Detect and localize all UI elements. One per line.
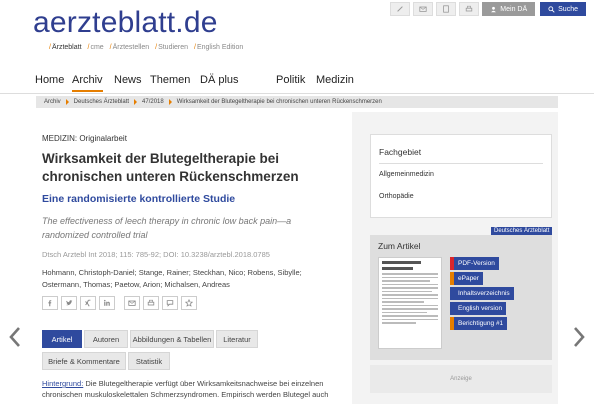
linkedin-icon[interactable]: [99, 296, 115, 310]
hintergrund-link[interactable]: Hintergrund:: [42, 379, 83, 388]
intro-text: Die Blutegeltherapie verfügt über Wirksa…: [83, 379, 324, 388]
breadcrumb-archiv[interactable]: Archiv: [44, 99, 61, 105]
color-marker: [450, 317, 454, 330]
intro-line: Hintergrund: Die Blutegeltherapie verfüg…: [42, 378, 342, 389]
search-button[interactable]: Suche: [540, 2, 586, 16]
color-marker: [450, 302, 454, 315]
subnav-english-edition[interactable]: English Edition: [197, 44, 243, 51]
link-label: PDF-Version: [458, 260, 495, 267]
authors-line: Hohmann, Christoph-Daniel; Stange, Raine…: [42, 268, 302, 277]
tab-autoren[interactable]: Autoren: [84, 330, 128, 348]
tab-briefe-kommentare[interactable]: Briefe & Kommentare: [42, 352, 126, 370]
mail-icon[interactable]: [413, 2, 434, 16]
nav-home[interactable]: Home: [35, 74, 64, 86]
twitter-icon[interactable]: [61, 296, 77, 310]
breadcrumb-issue[interactable]: 47/2018: [142, 99, 164, 105]
advertisement: Anzeige: [370, 365, 552, 393]
chevron-right-icon: [134, 99, 138, 105]
mein-da-button[interactable]: Mein DÄ: [482, 2, 536, 16]
link-label: ePaper: [458, 275, 479, 282]
intro-line: chronischen muskuloskelettalen Schmerzsy…: [42, 390, 329, 399]
header-tools: Mein DÄ Suche: [390, 2, 586, 16]
site-logo[interactable]: aerzteblatt.de: [33, 6, 218, 40]
previous-article-arrow[interactable]: [8, 325, 22, 349]
subnav-studieren[interactable]: Studieren: [158, 44, 188, 51]
search-icon: [548, 5, 555, 13]
xing-icon[interactable]: [80, 296, 96, 310]
inhaltsverzeichnis-link[interactable]: Inhaltsverzeichnis: [450, 287, 514, 300]
article-title-line: chronischen unteren Rückenschmerzen: [42, 169, 299, 184]
document-icon[interactable]: [436, 2, 457, 16]
tab-literatur[interactable]: Literatur: [216, 330, 258, 348]
breadcrumb-deutsches-aerzteblatt[interactable]: Deutsches Ärzteblatt: [74, 99, 129, 105]
breadcrumb: Archiv Deutsches Ärzteblatt 47/2018 Wirk…: [36, 96, 558, 108]
fachgebiet-heading: Fachgebiet: [379, 147, 422, 157]
tab-abbildungen-tabellen[interactable]: Abbildungen & Tabellen: [130, 330, 214, 348]
print-icon[interactable]: [459, 2, 480, 16]
portal-subnav: /Ärzteblatt /cme /Ärztestellen /Studiere…: [49, 44, 244, 51]
chevron-right-icon: [65, 99, 69, 105]
main-navigation: Home Archiv News Themen DÄ plus Politik …: [0, 72, 594, 94]
epaper-link[interactable]: ePaper: [450, 272, 483, 285]
color-marker: [450, 257, 454, 270]
english-title-line: The effectiveness of leech therapy in ch…: [42, 216, 292, 226]
english-title-line: randomized controlled trial: [42, 230, 148, 240]
pdf-version-link[interactable]: PDF-Version: [450, 257, 499, 270]
article-intro: Hintergrund: Die Blutegeltherapie verfüg…: [42, 378, 342, 400]
share-toolbar: [42, 296, 197, 310]
nav-archiv[interactable]: Archiv: [72, 74, 103, 92]
zum-artikel-heading: Zum Artikel: [378, 241, 421, 251]
nav-themen[interactable]: Themen: [150, 74, 190, 86]
article-english-title: The effectiveness of leech therapy in ch…: [42, 214, 342, 242]
tab-artikel[interactable]: Artikel: [42, 330, 82, 348]
print-icon[interactable]: [143, 296, 159, 310]
article-kicker: MEDIZIN: Originalarbeit: [42, 134, 127, 143]
article-title-line: Wirksamkeit der Blutegeltherapie bei: [42, 151, 279, 166]
article-subtitle: Eine randomisierte kontrollierte Studie: [42, 193, 236, 205]
mein-da-label: Mein DÄ: [500, 5, 528, 13]
article-links: PDF-Version ePaper Inhaltsverzeichnis En…: [450, 257, 514, 330]
authors-line: Ostermann, Thomas; Paetow, Arion; Michal…: [42, 280, 230, 289]
article-authors: Hohmann, Christoph-Daniel; Stange, Raine…: [42, 267, 347, 291]
color-marker: [450, 287, 454, 300]
article-citation: Dtsch Arztebl Int 2018; 115: 785-92; DOI…: [42, 250, 270, 259]
article-thumbnail[interactable]: [378, 257, 442, 349]
site-header: aerzteblatt.de /Ärzteblatt /cme /Ärztest…: [0, 0, 594, 70]
deutsches-aerzteblatt-badge: Deutsches Ärzteblatt: [491, 227, 553, 235]
nav-politik[interactable]: Politik: [276, 74, 305, 86]
fachgebiet-box: Fachgebiet Allgemeinmedizin Orthopädie: [370, 134, 552, 218]
berichtigung-link[interactable]: Berichtigung #1: [450, 317, 508, 330]
chevron-left-icon: [9, 327, 20, 347]
tab-statistik[interactable]: Statistik: [128, 352, 170, 370]
nav-da-plus[interactable]: DÄ plus: [200, 74, 239, 86]
english-version-link[interactable]: English version: [450, 302, 507, 315]
chevron-right-icon: [168, 99, 172, 105]
pencil-icon[interactable]: [390, 2, 411, 16]
fachgebiet-orthopaedie[interactable]: Orthopädie: [379, 193, 414, 200]
link-label: English version: [458, 305, 503, 312]
nav-news[interactable]: News: [114, 74, 142, 86]
mail-icon[interactable]: [124, 296, 140, 310]
link-label: Berichtigung #1: [458, 320, 504, 327]
nav-medizin[interactable]: Medizin: [316, 74, 354, 86]
zum-artikel-box: Zum Artikel PDF-Version ePaper Inhaltsve…: [370, 235, 552, 360]
subnav-aerzteblatt[interactable]: Ärzteblatt: [52, 44, 82, 51]
fachgebiet-allgemeinmedizin[interactable]: Allgemeinmedizin: [379, 171, 434, 178]
subnav-cme[interactable]: cme: [90, 44, 103, 51]
user-icon: [491, 6, 497, 12]
star-icon[interactable]: [181, 296, 197, 310]
article-title: Wirksamkeit der Blutegeltherapie bei chr…: [42, 150, 342, 186]
chevron-right-icon: [574, 327, 585, 347]
color-marker: [450, 272, 454, 285]
divider: [379, 163, 543, 164]
facebook-icon[interactable]: [42, 296, 58, 310]
link-label: Inhaltsverzeichnis: [458, 290, 510, 297]
subnav-aerztestellen[interactable]: Ärztestellen: [113, 44, 150, 51]
breadcrumb-current: Wirksamkeit der Blutegeltherapie bei chr…: [176, 99, 382, 105]
next-article-arrow[interactable]: [572, 325, 586, 349]
search-label: Suche: [558, 5, 578, 13]
comment-icon[interactable]: [162, 296, 178, 310]
